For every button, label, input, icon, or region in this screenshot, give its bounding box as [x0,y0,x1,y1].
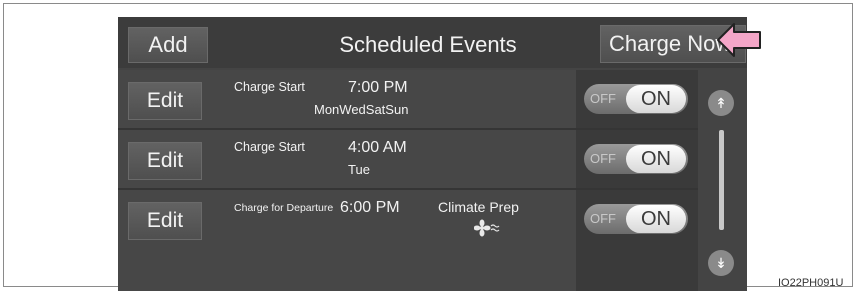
toggle-zone-3: OFF ON [576,190,698,291]
scroll-track[interactable] [719,130,724,230]
event-row-1: Edit Charge Start 7:00 PM MonWedSatSun O… [118,70,698,128]
event-time-1: 7:00 PM [348,79,408,96]
toggle-off-label-3: OFF [590,211,616,226]
toggle-off-label-2: OFF [590,151,616,166]
edit-button-3[interactable]: Edit [128,202,202,240]
toggle-on-label-3: ON [626,205,686,233]
event-extra-3: Climate Prep [438,199,519,215]
fan-icon [474,219,500,237]
event-days-1: MonWedSatSun [314,102,409,117]
event-type-2: Charge Start [234,140,305,154]
toggle-on-label-2: ON [626,145,686,173]
toggle-on-label-1: ON [626,85,686,113]
toggle-zone-2: OFF ON [576,130,698,188]
header-bar: Add Scheduled Events Charge Now [118,17,747,68]
page-title: Scheduled Events [339,32,517,57]
edit-button-1[interactable]: Edit [128,82,202,120]
double-chevron-up-icon[interactable]: ↟ [708,90,734,116]
figure-caption: IO22PH091U [778,277,844,289]
event-row-3: Edit Charge for Departure 6:00 PM Climat… [118,190,698,291]
event-days-2: Tue [348,162,370,177]
on-off-toggle-3[interactable]: OFF ON [584,204,688,234]
double-chevron-down-icon[interactable]: ↡ [708,250,734,276]
scheduled-events-screen: Add Scheduled Events Charge Now Edit Cha… [118,17,747,291]
event-type-1: Charge Start [234,80,305,94]
toggle-zone-1: OFF ON [576,70,698,128]
scroll-bar: ↟ ↡ [698,68,747,291]
page: Add Scheduled Events Charge Now Edit Cha… [0,0,858,291]
on-off-toggle-2[interactable]: OFF ON [584,144,688,174]
edit-button-2[interactable]: Edit [128,142,202,180]
event-time-3: 6:00 PM [340,199,400,216]
toggle-off-label-1: OFF [590,91,616,106]
event-type-3: Charge for Departure [234,202,334,214]
pointer-arrow-icon [717,23,761,57]
add-button[interactable]: Add [128,27,208,63]
on-off-toggle-1[interactable]: OFF ON [584,84,688,114]
event-row-2: Edit Charge Start 4:00 AM Tue OFF ON [118,130,698,188]
event-time-2: 4:00 AM [348,139,407,156]
